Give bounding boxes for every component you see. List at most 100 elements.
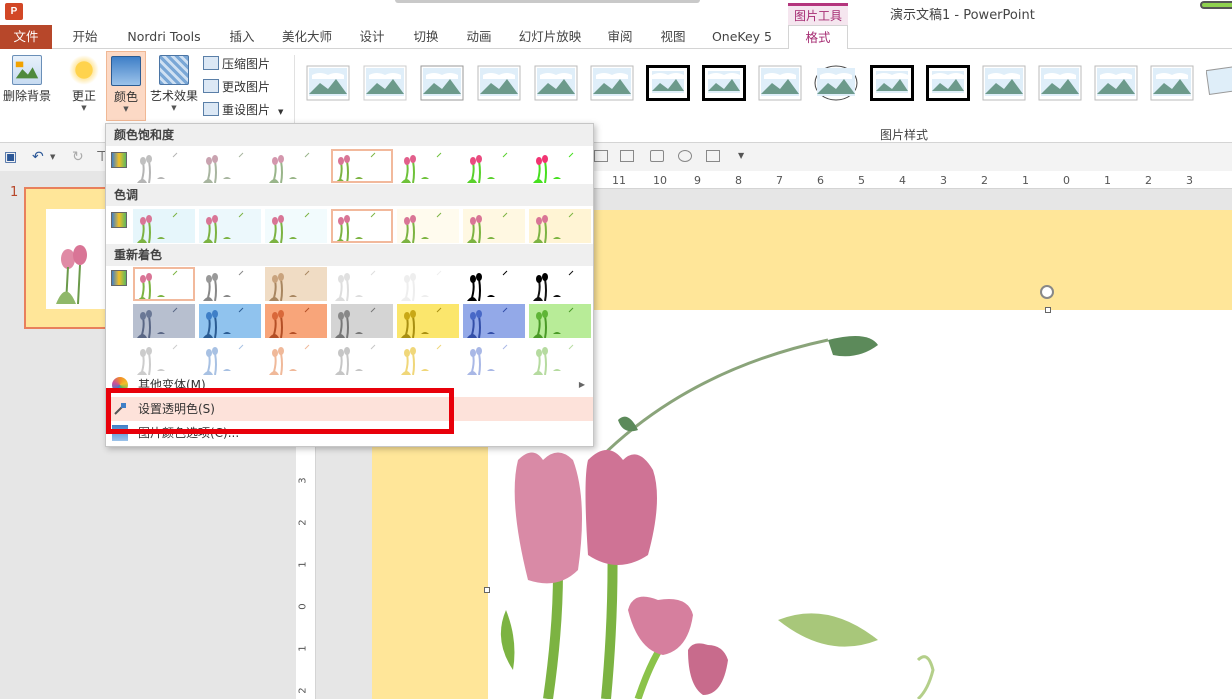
color-swatch[interactable] bbox=[397, 304, 459, 338]
color-swatch[interactable] bbox=[133, 304, 195, 338]
tab-view[interactable]: 视图 bbox=[649, 25, 697, 49]
picture-style-option[interactable] bbox=[1206, 65, 1232, 101]
color-swatch[interactable] bbox=[529, 304, 591, 338]
tab-design[interactable]: 设计 bbox=[348, 25, 396, 49]
picture-style-option[interactable] bbox=[590, 65, 634, 101]
color-swatch[interactable] bbox=[529, 341, 591, 375]
chevron-down-icon[interactable]: ▼ bbox=[50, 153, 55, 161]
corrections-button[interactable]: 更正 ▼ bbox=[64, 51, 104, 112]
drawing-toolbar: ▼ bbox=[594, 143, 1232, 171]
reset-picture-button[interactable]: 重设图片 ▼ bbox=[203, 100, 283, 120]
picture-style-option[interactable] bbox=[306, 65, 350, 101]
group-icon[interactable] bbox=[706, 150, 720, 162]
ruler-mark: 3 bbox=[940, 174, 947, 187]
color-swatch[interactable] bbox=[463, 267, 525, 301]
tab-insert[interactable]: 插入 bbox=[218, 25, 266, 49]
color-swatch[interactable] bbox=[133, 149, 195, 183]
picture-style-option[interactable] bbox=[870, 65, 914, 101]
distribute-icon[interactable] bbox=[620, 150, 634, 162]
tab-nordri-tools[interactable]: Nordri Tools bbox=[118, 25, 210, 49]
tab-transitions[interactable]: 切换 bbox=[402, 25, 450, 49]
title-bar: P 图片工具 演示文稿1 - PowerPoint bbox=[0, 0, 1232, 25]
status-indicator-icon bbox=[1200, 1, 1232, 9]
arrange-icon[interactable] bbox=[650, 150, 664, 162]
resize-handle-top[interactable] bbox=[1045, 307, 1051, 313]
ruler-mark: 2 bbox=[297, 519, 309, 526]
color-swatch[interactable] bbox=[199, 149, 261, 183]
color-swatch[interactable] bbox=[463, 209, 525, 243]
tab-file[interactable]: 文件 bbox=[0, 25, 52, 49]
tulip-picture[interactable] bbox=[488, 310, 1232, 699]
shape-icon[interactable] bbox=[678, 150, 692, 162]
tab-onekey[interactable]: OneKey 5 bbox=[704, 25, 780, 49]
tab-slideshow[interactable]: 幻灯片放映 bbox=[510, 25, 590, 49]
color-swatch[interactable] bbox=[133, 209, 195, 243]
color-swatch[interactable] bbox=[199, 341, 261, 375]
color-swatch[interactable] bbox=[529, 149, 591, 183]
picture-style-option[interactable] bbox=[702, 65, 746, 101]
color-swatch[interactable] bbox=[331, 149, 393, 183]
undo-icon[interactable]: ↶ bbox=[32, 149, 44, 165]
color-swatch[interactable] bbox=[265, 149, 327, 183]
remove-background-button[interactable]: 删除背景 bbox=[2, 51, 52, 104]
powerpoint-app-icon[interactable]: P bbox=[5, 3, 23, 20]
color-swatch[interactable] bbox=[397, 267, 459, 301]
color-swatch[interactable] bbox=[397, 341, 459, 375]
color-button[interactable]: 颜色 ▼ bbox=[106, 51, 146, 121]
color-swatch[interactable] bbox=[199, 267, 261, 301]
picture-style-option[interactable] bbox=[982, 65, 1026, 101]
tab-home[interactable]: 开始 bbox=[60, 25, 110, 49]
rotation-handle[interactable] bbox=[1040, 285, 1054, 299]
color-swatch[interactable] bbox=[265, 341, 327, 375]
color-swatch[interactable] bbox=[463, 149, 525, 183]
vertical-ruler: 3 2 1 0 1 2 bbox=[296, 445, 316, 699]
color-swatch[interactable] bbox=[529, 209, 591, 243]
color-swatch[interactable] bbox=[265, 267, 327, 301]
color-swatch[interactable] bbox=[199, 209, 261, 243]
compress-icon bbox=[203, 56, 219, 70]
picture-style-option[interactable] bbox=[420, 65, 464, 101]
color-swatch[interactable] bbox=[265, 209, 327, 243]
color-swatch[interactable] bbox=[331, 341, 393, 375]
align-icon[interactable] bbox=[594, 150, 608, 162]
color-swatch[interactable] bbox=[133, 341, 195, 375]
picture-style-option[interactable] bbox=[926, 65, 970, 101]
tab-animations[interactable]: 动画 bbox=[455, 25, 503, 49]
picture-style-option[interactable] bbox=[814, 65, 858, 101]
compress-label: 压缩图片 bbox=[222, 57, 271, 71]
color-swatch[interactable] bbox=[331, 304, 393, 338]
color-swatch[interactable] bbox=[331, 209, 393, 243]
color-swatch[interactable] bbox=[529, 267, 591, 301]
picture-style-option[interactable] bbox=[1038, 65, 1082, 101]
redo-icon[interactable]: ↻ bbox=[72, 149, 84, 165]
color-swatch[interactable] bbox=[463, 304, 525, 338]
picture-style-option[interactable] bbox=[534, 65, 578, 101]
tab-format[interactable]: 格式 bbox=[788, 25, 848, 50]
picture-style-option[interactable] bbox=[477, 65, 521, 101]
recolor-section-header: 重新着色 bbox=[106, 244, 593, 266]
resize-handle-left[interactable] bbox=[484, 587, 490, 593]
picture-style-option[interactable] bbox=[758, 65, 802, 101]
ruler-mark: 1 bbox=[1104, 174, 1111, 187]
color-swatch[interactable] bbox=[265, 304, 327, 338]
color-swatch[interactable] bbox=[331, 267, 393, 301]
recolor-icon bbox=[111, 270, 127, 286]
color-swatch[interactable] bbox=[397, 149, 459, 183]
chevron-down-icon: ▼ bbox=[123, 105, 129, 113]
slide-thumbnail[interactable] bbox=[24, 187, 114, 329]
tab-beautify-master[interactable]: 美化大师 bbox=[273, 25, 341, 49]
color-swatch[interactable] bbox=[133, 267, 195, 301]
picture-style-option[interactable] bbox=[363, 65, 407, 101]
compress-pictures-button[interactable]: 压缩图片 bbox=[203, 54, 270, 74]
picture-style-option[interactable] bbox=[1150, 65, 1194, 101]
color-swatch[interactable] bbox=[463, 341, 525, 375]
change-picture-button[interactable]: 更改图片 bbox=[203, 77, 270, 97]
picture-style-option[interactable] bbox=[646, 65, 690, 101]
color-swatch[interactable] bbox=[397, 209, 459, 243]
save-icon[interactable]: ▣ bbox=[4, 149, 17, 165]
color-swatch[interactable] bbox=[199, 304, 261, 338]
chevron-down-icon[interactable]: ▼ bbox=[738, 151, 744, 160]
tab-review[interactable]: 审阅 bbox=[596, 25, 644, 49]
artistic-effects-button[interactable]: 艺术效果 ▼ bbox=[148, 51, 200, 112]
picture-style-option[interactable] bbox=[1094, 65, 1138, 101]
